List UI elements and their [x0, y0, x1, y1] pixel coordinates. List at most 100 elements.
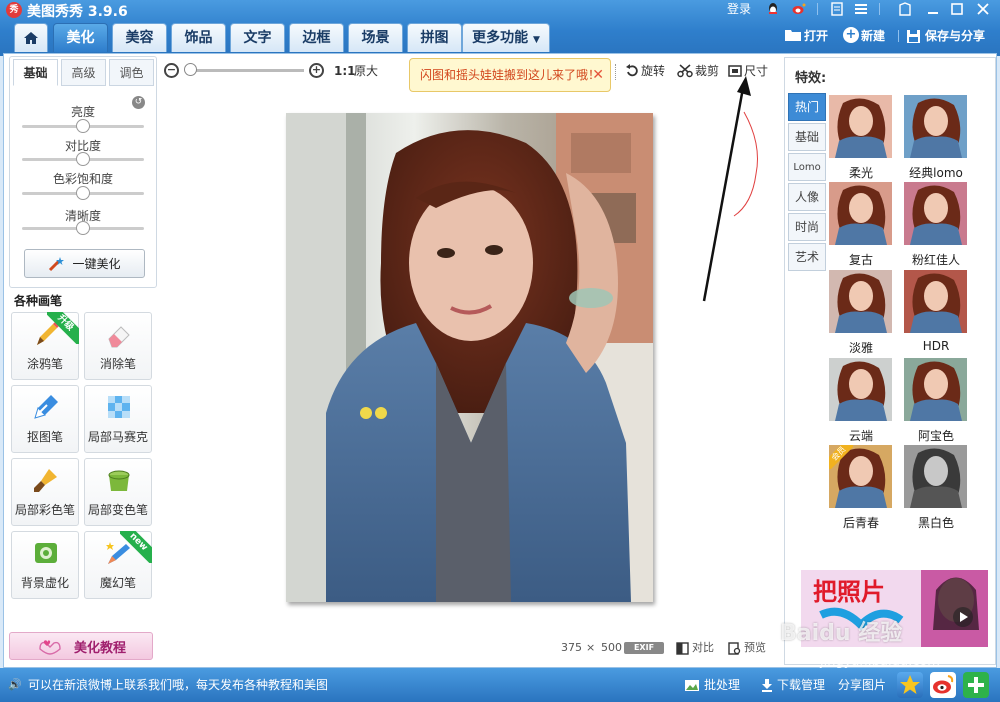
effect-preview-image: [829, 182, 892, 245]
batch-button[interactable]: 批处理: [684, 677, 740, 693]
eraser-icon: [108, 326, 130, 348]
rotate-button[interactable]: 旋转: [625, 63, 665, 79]
brush-label: 局部马赛克: [87, 430, 148, 444]
original-size-button[interactable]: 原大: [354, 63, 378, 79]
effect-preview-image: [904, 95, 967, 158]
effects-title: 特效:: [795, 71, 827, 86]
share-button[interactable]: 分享图片: [838, 677, 886, 693]
weibo-icon[interactable]: [791, 2, 806, 16]
open-button[interactable]: 打开: [804, 27, 828, 45]
effect-thumbnail[interactable]: [829, 182, 892, 245]
tab-beautify[interactable]: 美化: [53, 23, 108, 52]
effects-cat-hot[interactable]: 热门: [788, 93, 826, 121]
contrast-slider[interactable]: [22, 152, 144, 166]
compare-button[interactable]: 对比: [676, 640, 714, 656]
ratio-button[interactable]: 1:1: [334, 63, 356, 79]
zoom-in-icon[interactable]: +: [309, 63, 324, 78]
preview-button[interactable]: 预览: [728, 640, 766, 656]
brush-label: 背景虚化: [20, 576, 69, 590]
brush-bg-blur[interactable]: 背景虚化: [11, 531, 79, 599]
saturation-slider[interactable]: [22, 186, 144, 200]
effect-label: 粉红佳人: [911, 253, 960, 267]
brush-local-color[interactable]: 局部彩色笔: [11, 458, 79, 526]
effect-thumbnail[interactable]: [904, 182, 967, 245]
preview-icon: [728, 641, 741, 655]
effect-thumbnail[interactable]: [904, 270, 967, 333]
star-app-icon[interactable]: [897, 672, 923, 698]
login-link[interactable]: 登录: [727, 0, 751, 18]
brush-label: 魔幻笔: [99, 576, 136, 590]
paintbrush-icon: [34, 469, 57, 492]
subtab-basic[interactable]: 基础: [13, 59, 58, 86]
brush-magic[interactable]: new 魔幻笔: [84, 531, 152, 599]
preview-label: 预览: [744, 641, 766, 654]
status-bar: 🔊 可以在新浪微博上联系我们哦，每天发布各种教程和美图 批处理 下载管理 分享图…: [0, 668, 1000, 702]
qq-icon[interactable]: [765, 2, 780, 16]
photo-portrait: [286, 113, 653, 602]
slider-knob[interactable]: [76, 221, 90, 235]
zoom-slider-knob[interactable]: [184, 63, 197, 76]
plus-icon[interactable]: +: [843, 27, 859, 43]
subtab-advanced[interactable]: 高级: [61, 59, 106, 86]
menu-icon[interactable]: [853, 2, 868, 16]
sharpness-slider[interactable]: [22, 221, 144, 235]
effects-cat-basic[interactable]: 基础: [788, 123, 826, 151]
compare-label: 对比: [692, 641, 714, 654]
brush-eraser[interactable]: 消除笔: [84, 312, 152, 380]
effect-thumbnail[interactable]: [829, 270, 892, 333]
effect-thumbnail[interactable]: [904, 95, 967, 158]
slider-knob[interactable]: [76, 186, 90, 200]
slider-knob[interactable]: [76, 119, 90, 133]
add-app-icon[interactable]: [963, 672, 989, 698]
brush-local-recolor[interactable]: 局部变色笔: [84, 458, 152, 526]
download-icon: [762, 679, 772, 692]
tab-collage[interactable]: 拼图: [407, 23, 462, 52]
folder-icon[interactable]: [784, 28, 802, 42]
edited-photo[interactable]: [286, 113, 653, 602]
document-icon[interactable]: [829, 2, 844, 16]
effect-thumbnail[interactable]: [829, 95, 892, 158]
download-button[interactable]: 下载管理: [761, 677, 825, 693]
app-window: 秀 美图秀秀 3.9.6 登录 美化 美容 饰品 文字 边框 场景 拼图 更多功…: [0, 0, 1000, 702]
zoom-slider[interactable]: [186, 69, 304, 72]
brush-doodle[interactable]: 升级 涂鸦笔: [11, 312, 79, 380]
crop-button[interactable]: 裁剪: [677, 63, 719, 79]
brush-mosaic[interactable]: 局部马赛克: [84, 385, 152, 453]
brightness-slider[interactable]: [22, 119, 144, 133]
effects-cat-portrait[interactable]: 人像: [788, 183, 826, 211]
tab-more[interactable]: 更多功能 ▼: [462, 23, 550, 52]
maximize-icon[interactable]: [949, 2, 964, 16]
zoom-out-icon[interactable]: −: [164, 63, 179, 78]
resize-button[interactable]: 尺寸: [728, 63, 768, 79]
new-button[interactable]: 新建: [861, 27, 885, 45]
close-icon[interactable]: [975, 2, 990, 16]
tab-text[interactable]: 文字: [230, 23, 285, 52]
effect-thumbnail[interactable]: [829, 358, 892, 421]
subtab-tone[interactable]: 调色: [109, 59, 154, 86]
effect-thumbnail[interactable]: 会员: [829, 445, 892, 508]
tab-accessories[interactable]: 饰品: [171, 23, 226, 52]
one-key-beautify-button[interactable]: 一键美化: [24, 249, 145, 278]
save-icon[interactable]: [905, 28, 921, 44]
slider-knob[interactable]: [76, 152, 90, 166]
effects-panel: 特效: 热门 基础 Lomo 人像 时尚 艺术 柔光 经典lomo 复古 粉红佳人 淡雅…: [784, 57, 996, 665]
effects-cat-fashion[interactable]: 时尚: [788, 213, 826, 241]
exif-button[interactable]: EXIF: [624, 642, 664, 654]
effect-thumbnail[interactable]: [904, 358, 967, 421]
chevron-down-icon: ▼: [532, 35, 540, 45]
brush-cutout[interactable]: 抠图笔: [11, 385, 79, 453]
save-share-button[interactable]: 保存与分享: [925, 27, 985, 45]
batch-label: 批处理: [704, 678, 741, 692]
minimize-icon[interactable]: [925, 2, 940, 16]
tab-home[interactable]: [14, 23, 48, 52]
tab-frame[interactable]: 边框: [289, 23, 344, 52]
tab-scene[interactable]: 场景: [348, 23, 403, 52]
close-tip-icon[interactable]: ✕: [592, 59, 604, 91]
effect-thumbnail[interactable]: [904, 445, 967, 508]
tutorial-button[interactable]: 美化教程: [9, 632, 153, 660]
tab-beauty[interactable]: 美容: [112, 23, 167, 52]
new-badge: new: [120, 531, 152, 563]
skin-icon[interactable]: [897, 2, 912, 16]
weibo-app-icon[interactable]: [930, 672, 956, 698]
blur-icon: [35, 543, 57, 563]
